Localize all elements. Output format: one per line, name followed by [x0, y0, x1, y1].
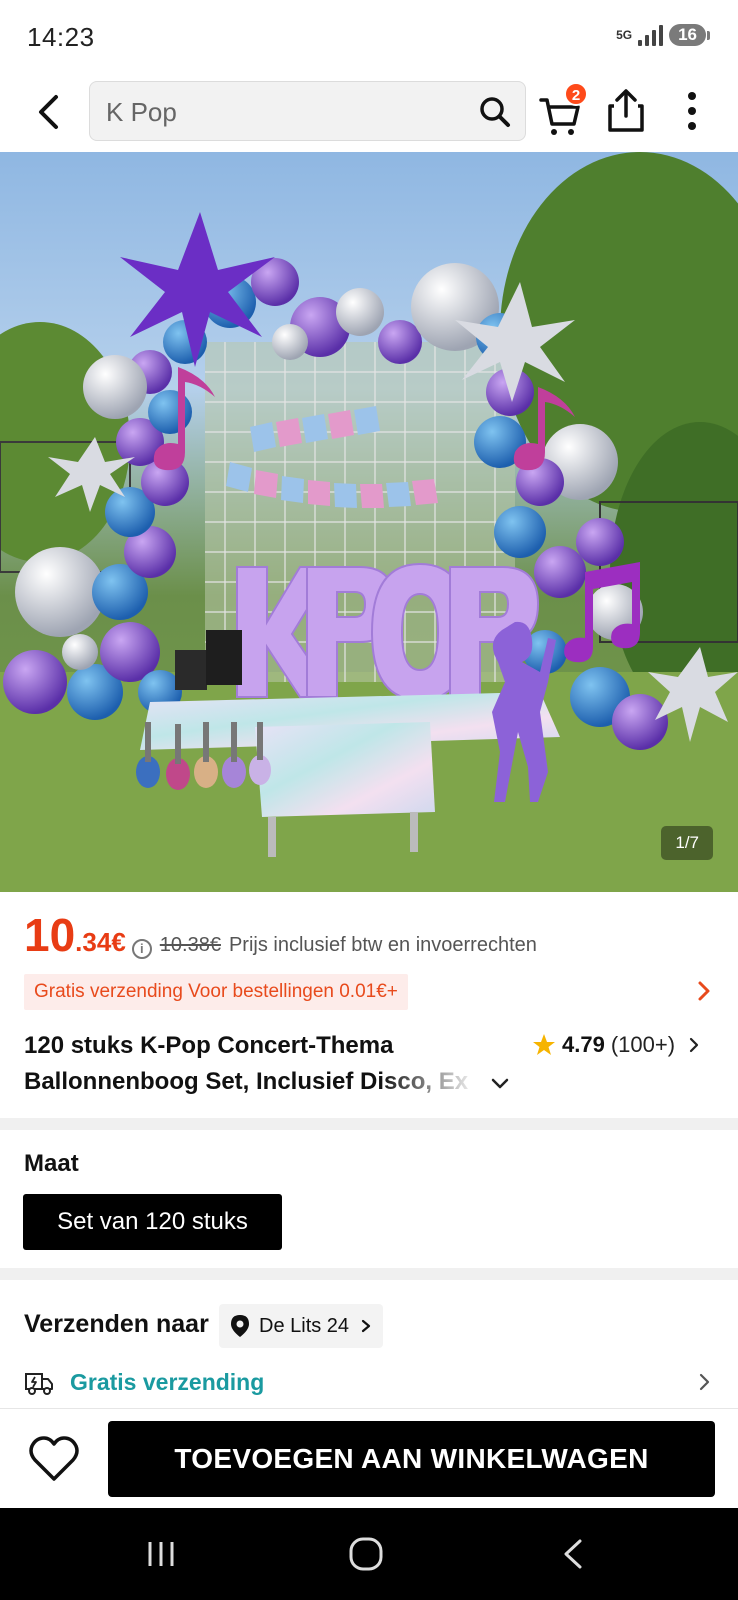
- price-row: 10 .34€ i 10.38€ Prijs inclusief btw en …: [24, 912, 724, 962]
- heart-icon[interactable]: [28, 1435, 80, 1483]
- status-icons: 5G 16: [616, 24, 710, 46]
- chevron-right-icon: [361, 1319, 371, 1333]
- share-button[interactable]: [602, 86, 650, 136]
- location-pin-icon: [231, 1315, 249, 1337]
- free-shipping-banner[interactable]: Gratis verzending Voor bestellingen 0.01…: [24, 974, 408, 1010]
- share-icon: [608, 89, 644, 132]
- chevron-right-icon: [699, 1373, 710, 1391]
- free-shipping-row[interactable]: Gratis verzending: [24, 1364, 714, 1400]
- free-shipping-text: Gratis verzending: [70, 1368, 265, 1395]
- product-photo: [0, 152, 738, 892]
- signal-icon: [638, 24, 664, 46]
- back-button[interactable]: [26, 90, 70, 134]
- info-icon[interactable]: i: [131, 939, 152, 959]
- home-icon[interactable]: [348, 1536, 384, 1572]
- system-nav-bar: [0, 1508, 738, 1600]
- more-vertical-icon: [688, 92, 696, 130]
- address-selector[interactable]: De Lits 24: [219, 1304, 384, 1348]
- bottom-action-bar: TOEVOEGEN AAN WINKELWAGEN: [0, 1408, 738, 1508]
- rating-value: 4.79: [562, 1032, 605, 1057]
- search-query: K Pop: [106, 97, 177, 127]
- back-arrow-icon: [39, 95, 58, 129]
- product-image[interactable]: 1/7: [0, 152, 738, 892]
- search-header: K Pop 2: [0, 76, 738, 152]
- chevron-right-icon[interactable]: [692, 979, 716, 1003]
- review-count: (100+): [610, 1032, 676, 1057]
- search-input[interactable]: K Pop: [89, 81, 526, 141]
- price-integer: 10: [24, 909, 76, 961]
- cart-button[interactable]: 2: [538, 82, 592, 138]
- truck-icon: [25, 1373, 53, 1395]
- recents-icon[interactable]: [145, 1538, 177, 1570]
- nav-back-icon[interactable]: [560, 1538, 586, 1570]
- more-options-button[interactable]: [680, 88, 704, 134]
- size-label: Maat: [24, 1150, 79, 1177]
- network-type: 5G: [616, 28, 633, 42]
- status-time: 14:23: [27, 22, 95, 52]
- price-note: Prijs inclusief btw en invoerrechten: [228, 934, 537, 956]
- battery-icon: 16: [669, 24, 710, 46]
- section-divider: [0, 1118, 738, 1130]
- title-fade: [380, 1064, 490, 1100]
- battery-level: 16: [669, 24, 706, 46]
- chevron-down-icon[interactable]: [490, 1074, 510, 1094]
- status-bar: 14:23 5G 16: [0, 0, 738, 76]
- search-icon[interactable]: [479, 96, 511, 128]
- price-decimal: .34€: [75, 927, 126, 957]
- add-to-cart-button[interactable]: TOEVOEGEN AAN WINKELWAGEN: [108, 1421, 715, 1497]
- cart-badge: 2: [564, 82, 588, 106]
- original-price: 10.38€: [159, 934, 221, 956]
- chevron-right-icon: [689, 1037, 699, 1053]
- ship-to-label: Verzenden naar: [24, 1310, 209, 1338]
- rating[interactable]: 4.79 (100+): [532, 1032, 703, 1058]
- image-counter: 1/7: [661, 826, 713, 860]
- section-divider: [0, 1268, 738, 1280]
- size-option-selected[interactable]: Set van 120 stuks: [23, 1194, 282, 1250]
- address-text: De Lits 24: [259, 1314, 350, 1337]
- star-icon: [533, 1034, 555, 1055]
